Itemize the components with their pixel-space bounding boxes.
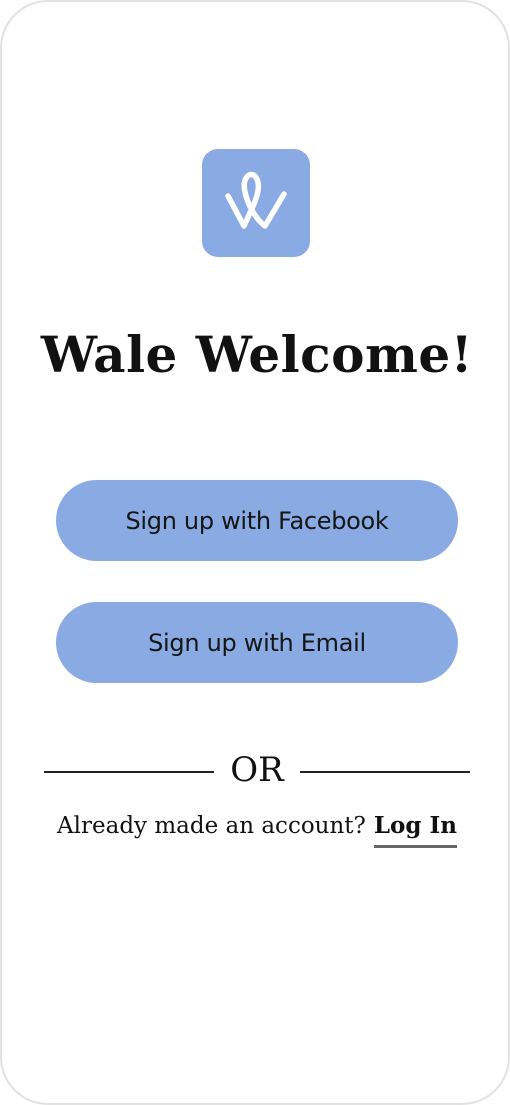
signup-facebook-button[interactable]: Sign up with Facebook [56,480,458,561]
divider-left-line [44,771,214,773]
login-prompt-text: Already made an account? [57,813,366,839]
signup-email-button[interactable]: Sign up with Email [56,602,458,683]
phone-frame: Wale Welcome! Sign up with Facebook Sign… [0,0,510,1105]
or-divider-label: OR [230,750,284,790]
login-prompt-row: Already made an account? Log In [2,808,510,848]
login-link[interactable]: Log In [373,808,457,848]
w-logo-icon [225,171,287,229]
page-title: Wale Welcome! [40,325,474,384]
app-logo [202,149,310,257]
divider-right-line [300,771,470,773]
